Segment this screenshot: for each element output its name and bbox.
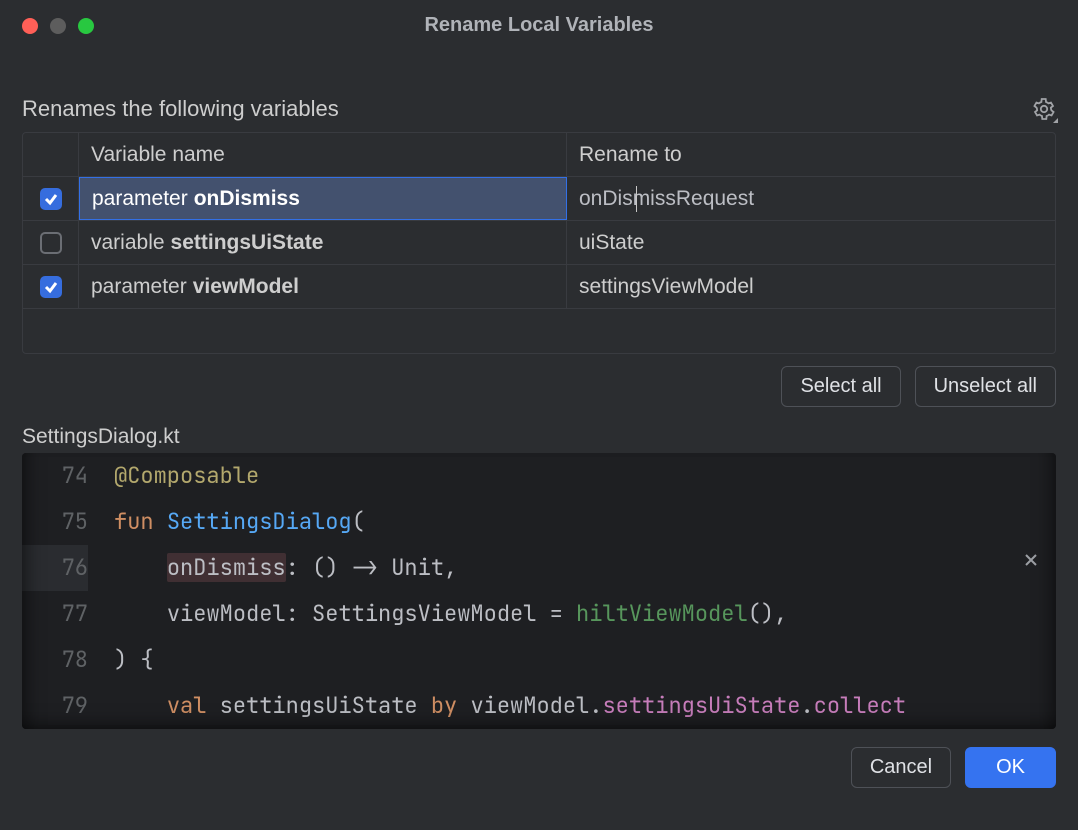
variable-name: viewModel bbox=[193, 275, 299, 299]
col-variable-name: Variable name bbox=[79, 133, 567, 176]
rename-value: settingsViewModel bbox=[579, 275, 754, 299]
ok-button[interactable]: OK bbox=[965, 747, 1056, 788]
gutter-line-number: 76 bbox=[22, 545, 88, 591]
dialog-actions: Cancel OK bbox=[22, 747, 1056, 788]
rename-value: uiState bbox=[579, 231, 644, 255]
table-row[interactable]: variablesettingsUiState uiState bbox=[23, 221, 1055, 265]
preview-filename: SettingsDialog.kt bbox=[22, 425, 1056, 449]
row-checkbox[interactable] bbox=[40, 276, 62, 298]
section-header: Renames the following variables bbox=[22, 96, 1056, 122]
rename-to-cell[interactable]: settingsViewModel bbox=[567, 265, 1055, 308]
settings-gear-icon[interactable] bbox=[1032, 97, 1056, 121]
code-line: @Composable bbox=[114, 453, 1044, 499]
code-preview: 747576777879 @Composablefun SettingsDial… bbox=[22, 453, 1056, 729]
row-checkbox[interactable] bbox=[40, 232, 62, 254]
table-row[interactable]: parameterviewModel settingsViewModel bbox=[23, 265, 1055, 309]
variable-name-cell[interactable]: variablesettingsUiState bbox=[79, 221, 567, 264]
col-rename-to: Rename to bbox=[567, 133, 1055, 176]
row-checkbox[interactable] bbox=[40, 188, 62, 210]
close-window-button[interactable] bbox=[22, 18, 38, 34]
maximize-window-button[interactable] bbox=[78, 18, 94, 34]
checkbox-cell bbox=[23, 265, 79, 308]
gutter-line-number: 74 bbox=[22, 453, 88, 499]
variable-kind: parameter bbox=[91, 275, 187, 299]
checkbox-cell bbox=[23, 177, 79, 220]
code-line: onDismiss: () -> Unit, bbox=[114, 545, 1044, 591]
variable-name-cell[interactable]: parameteronDismiss bbox=[79, 177, 567, 220]
close-preview-button[interactable] bbox=[1020, 549, 1042, 571]
titlebar: Rename Local Variables bbox=[0, 0, 1078, 50]
gutter-line-number: 78 bbox=[22, 637, 88, 683]
cancel-button[interactable]: Cancel bbox=[851, 747, 951, 788]
unselect-all-button[interactable]: Unselect all bbox=[915, 366, 1056, 407]
checkbox-cell bbox=[23, 221, 79, 264]
variables-table: Variable name Rename to parameteronDismi… bbox=[22, 132, 1056, 354]
select-buttons-row: Select all Unselect all bbox=[22, 366, 1056, 407]
gutter-line-number: 75 bbox=[22, 499, 88, 545]
table-spacer-row bbox=[23, 309, 1055, 353]
gutter: 747576777879 bbox=[22, 453, 102, 729]
table-row[interactable]: parameteronDismiss onDismissRequest bbox=[23, 177, 1055, 221]
variable-kind: variable bbox=[91, 231, 165, 255]
variable-name: onDismiss bbox=[194, 187, 300, 211]
code-line: ) { bbox=[114, 637, 1044, 683]
code[interactable]: @Composablefun SettingsDialog( onDismiss… bbox=[102, 453, 1056, 729]
section-heading: Renames the following variables bbox=[22, 96, 339, 122]
table-header: Variable name Rename to bbox=[23, 133, 1055, 177]
gutter-line-number: 77 bbox=[22, 591, 88, 637]
code-line: viewModel: SettingsViewModel = hiltViewM… bbox=[114, 591, 1044, 637]
text-caret bbox=[636, 186, 637, 212]
minimize-window-button[interactable] bbox=[50, 18, 66, 34]
select-all-button[interactable]: Select all bbox=[781, 366, 900, 407]
col-checkbox bbox=[23, 133, 79, 176]
table-body: parameteronDismissonDismissRequestvariab… bbox=[23, 177, 1055, 309]
gutter-line-number: 79 bbox=[22, 683, 88, 729]
variable-name-cell[interactable]: parameterviewModel bbox=[79, 265, 567, 308]
dialog-title: Rename Local Variables bbox=[20, 14, 1058, 37]
code-line: fun SettingsDialog( bbox=[114, 499, 1044, 545]
rename-to-cell[interactable]: onDismissRequest bbox=[567, 177, 1055, 220]
rename-to-cell[interactable]: uiState bbox=[567, 221, 1055, 264]
variable-name: settingsUiState bbox=[171, 231, 324, 255]
code-line: val settingsUiState by viewModel.setting… bbox=[114, 683, 1044, 729]
dialog-window: Rename Local Variables Renames the follo… bbox=[0, 0, 1078, 830]
window-controls bbox=[22, 18, 94, 34]
dialog-content: Renames the following variables Variable… bbox=[0, 50, 1078, 830]
variable-kind: parameter bbox=[92, 187, 188, 211]
rename-input[interactable]: onDismissRequest bbox=[579, 187, 1043, 211]
